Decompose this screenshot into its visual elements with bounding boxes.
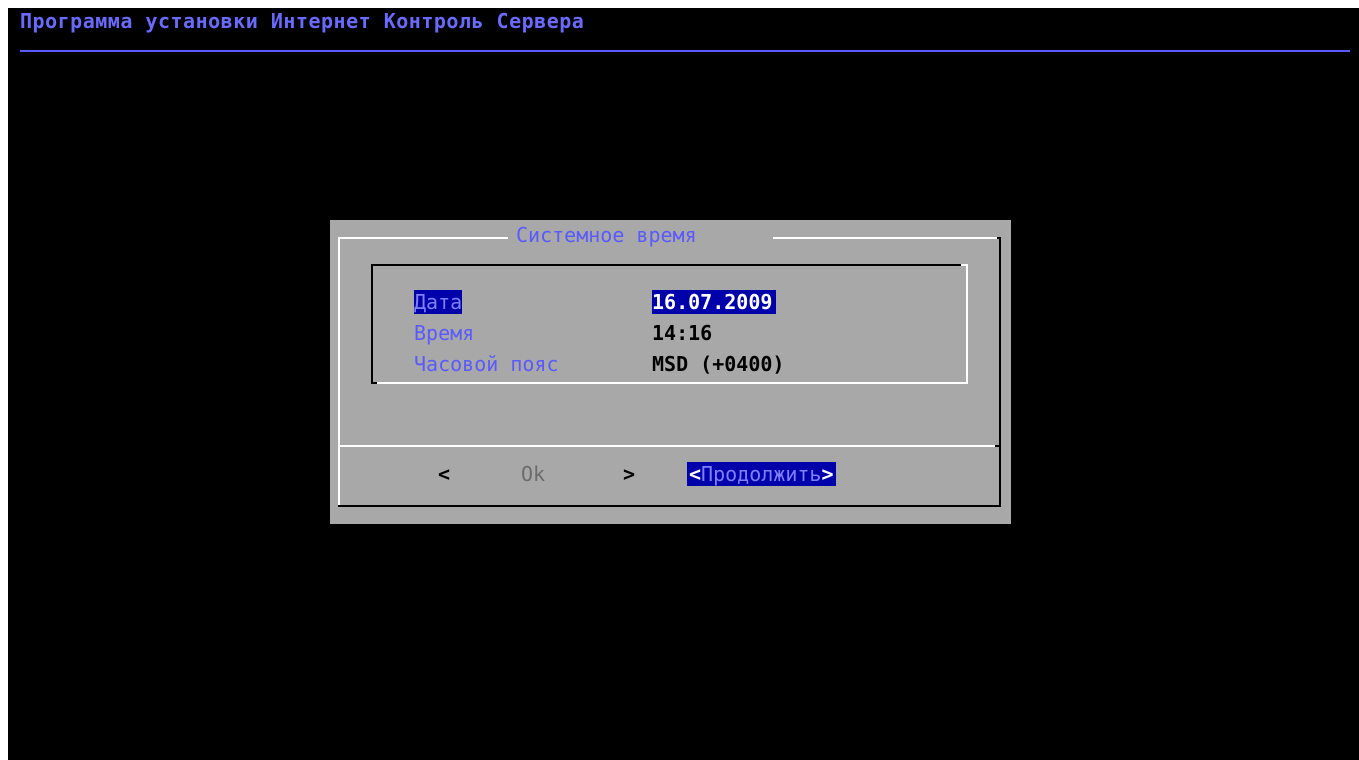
field-label-date[interactable]: Дата: [414, 290, 463, 314]
title-underline: [20, 50, 1350, 52]
button-bar: < Ok > <Продолжить>: [330, 462, 1011, 492]
installer-title: Программа установки Интернет Контроль Се…: [20, 9, 585, 33]
frame-edge: [966, 264, 968, 384]
prev-button[interactable]: <: [438, 462, 450, 486]
ok-button[interactable]: Ok: [521, 462, 545, 486]
frame-edge: [371, 264, 373, 384]
frame-edge: [338, 237, 508, 239]
continue-button[interactable]: <Продолжить>: [687, 462, 836, 486]
frame-edge: [371, 264, 961, 266]
frame-edge: [773, 237, 999, 239]
frame-edge: [371, 382, 968, 384]
dialog-title: Системное время: [516, 223, 697, 247]
field-label-timezone[interactable]: Часовой пояс: [414, 352, 559, 376]
continue-bracket-right: >: [821, 462, 834, 486]
continue-bracket-left: <: [689, 462, 702, 486]
field-value-timezone[interactable]: MSD (+0400): [652, 352, 784, 376]
field-label-time[interactable]: Время: [414, 321, 474, 345]
field-value-date[interactable]: 16.07.2009: [652, 290, 777, 314]
field-value-time[interactable]: 14:16: [652, 321, 712, 345]
terminal-screen: Программа установки Интернет Контроль Се…: [8, 8, 1359, 760]
frame-edge: [338, 505, 1001, 507]
frame-edge: [371, 382, 377, 384]
next-button[interactable]: >: [623, 462, 635, 486]
system-time-dialog: Системное время Дата 16.07.2009 Время 14…: [330, 220, 1011, 524]
button-divider: [340, 445, 1001, 447]
continue-label: Продолжить: [701, 462, 822, 486]
frame-edge: [995, 445, 1001, 447]
